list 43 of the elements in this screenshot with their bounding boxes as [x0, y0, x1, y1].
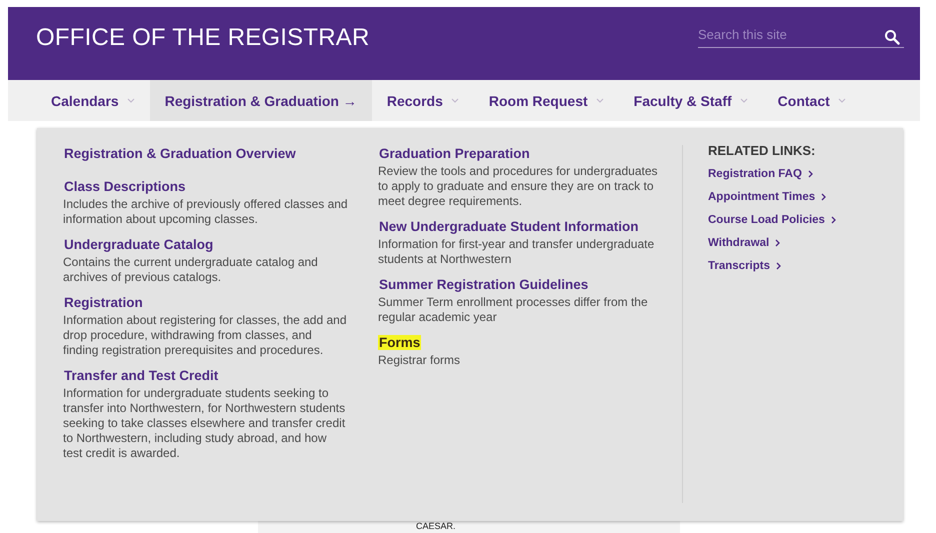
menu-description: Information for first-year and transfer undergraduate students at Northwestern — [378, 237, 656, 267]
related-link[interactable]: Course Load Policies — [708, 214, 836, 226]
chevron-right-icon — [775, 239, 780, 247]
nav-item[interactable]: Room Request — [474, 80, 619, 121]
nav-item[interactable]: Calendars — [36, 80, 150, 121]
menu-link[interactable]: Graduation Preparation — [378, 146, 531, 161]
nav-item[interactable]: Registration & Graduation → — [150, 80, 372, 121]
chevron-right-icon — [830, 216, 836, 224]
menu-link[interactable]: Transfer and Test Credit — [63, 368, 220, 383]
menu-link[interactable]: Registration & Graduation Overview — [63, 146, 297, 161]
menu-description: Summer Term enrollment processes differ from the regular academic year — [378, 295, 649, 325]
related-link[interactable]: Appointment Times — [708, 191, 826, 203]
chevron-down-icon — [596, 98, 604, 103]
menu-description: Review the tools and procedures for undergraduates to apply to graduate and ensure they are on track to meet degree requirements. — [378, 164, 658, 209]
chevron-right-icon — [808, 170, 813, 178]
chevron-down-icon — [126, 98, 135, 103]
menu-link[interactable]: Forms — [378, 335, 422, 350]
nav-item[interactable]: Contact — [762, 80, 861, 121]
chevron-right-icon — [821, 193, 826, 201]
menu-link[interactable]: Registration — [63, 295, 144, 310]
chevron-right-icon — [776, 262, 781, 270]
menu-description: Information about registering for classes, the add and drop procedure, withdrawing from classes, and finding registration prerequisites and procedures. — [63, 313, 348, 358]
chevron-down-icon — [450, 98, 459, 103]
nav-item[interactable]: Records — [372, 80, 474, 121]
chevron-down-icon — [838, 98, 846, 103]
menu-description: Contains the current undergraduate catalog and archives of previous catalogs. — [63, 255, 319, 285]
menu-description: Includes the archive of previously offered classes and information about upcoming classes. — [63, 197, 349, 227]
site-title[interactable]: OFFICE OF THE REGISTRAR — [36, 24, 370, 52]
nav-item[interactable]: Faculty & Staff — [618, 80, 763, 121]
related-link[interactable]: Transcripts — [708, 260, 781, 272]
related-link[interactable]: Withdrawal — [708, 237, 780, 249]
related-link[interactable]: Registration FAQ — [708, 168, 813, 180]
page-text: CAESAR. — [416, 521, 457, 531]
menu-link[interactable]: Summer Registration Guidelines — [378, 277, 590, 292]
menu-link[interactable]: Class Descriptions — [63, 179, 187, 194]
menu-description: Registrar forms — [378, 353, 462, 368]
search-icon — [884, 29, 900, 45]
menu-link[interactable]: New Undergraduate Student Information — [378, 219, 640, 234]
menu-link[interactable]: Undergraduate Catalog — [63, 237, 214, 252]
related-heading: RELATED LINKS: — [708, 143, 816, 158]
search-field[interactable]: Search this site — [698, 27, 904, 48]
chevron-down-icon — [740, 98, 748, 103]
menu-description: Information for undergraduate students seeking to transfer into Northwestern, for Northwestern students seeking to take classes elsewhere and transfer credit to Northwestern, including study abroad, and how test credit is awarded. — [63, 386, 346, 461]
